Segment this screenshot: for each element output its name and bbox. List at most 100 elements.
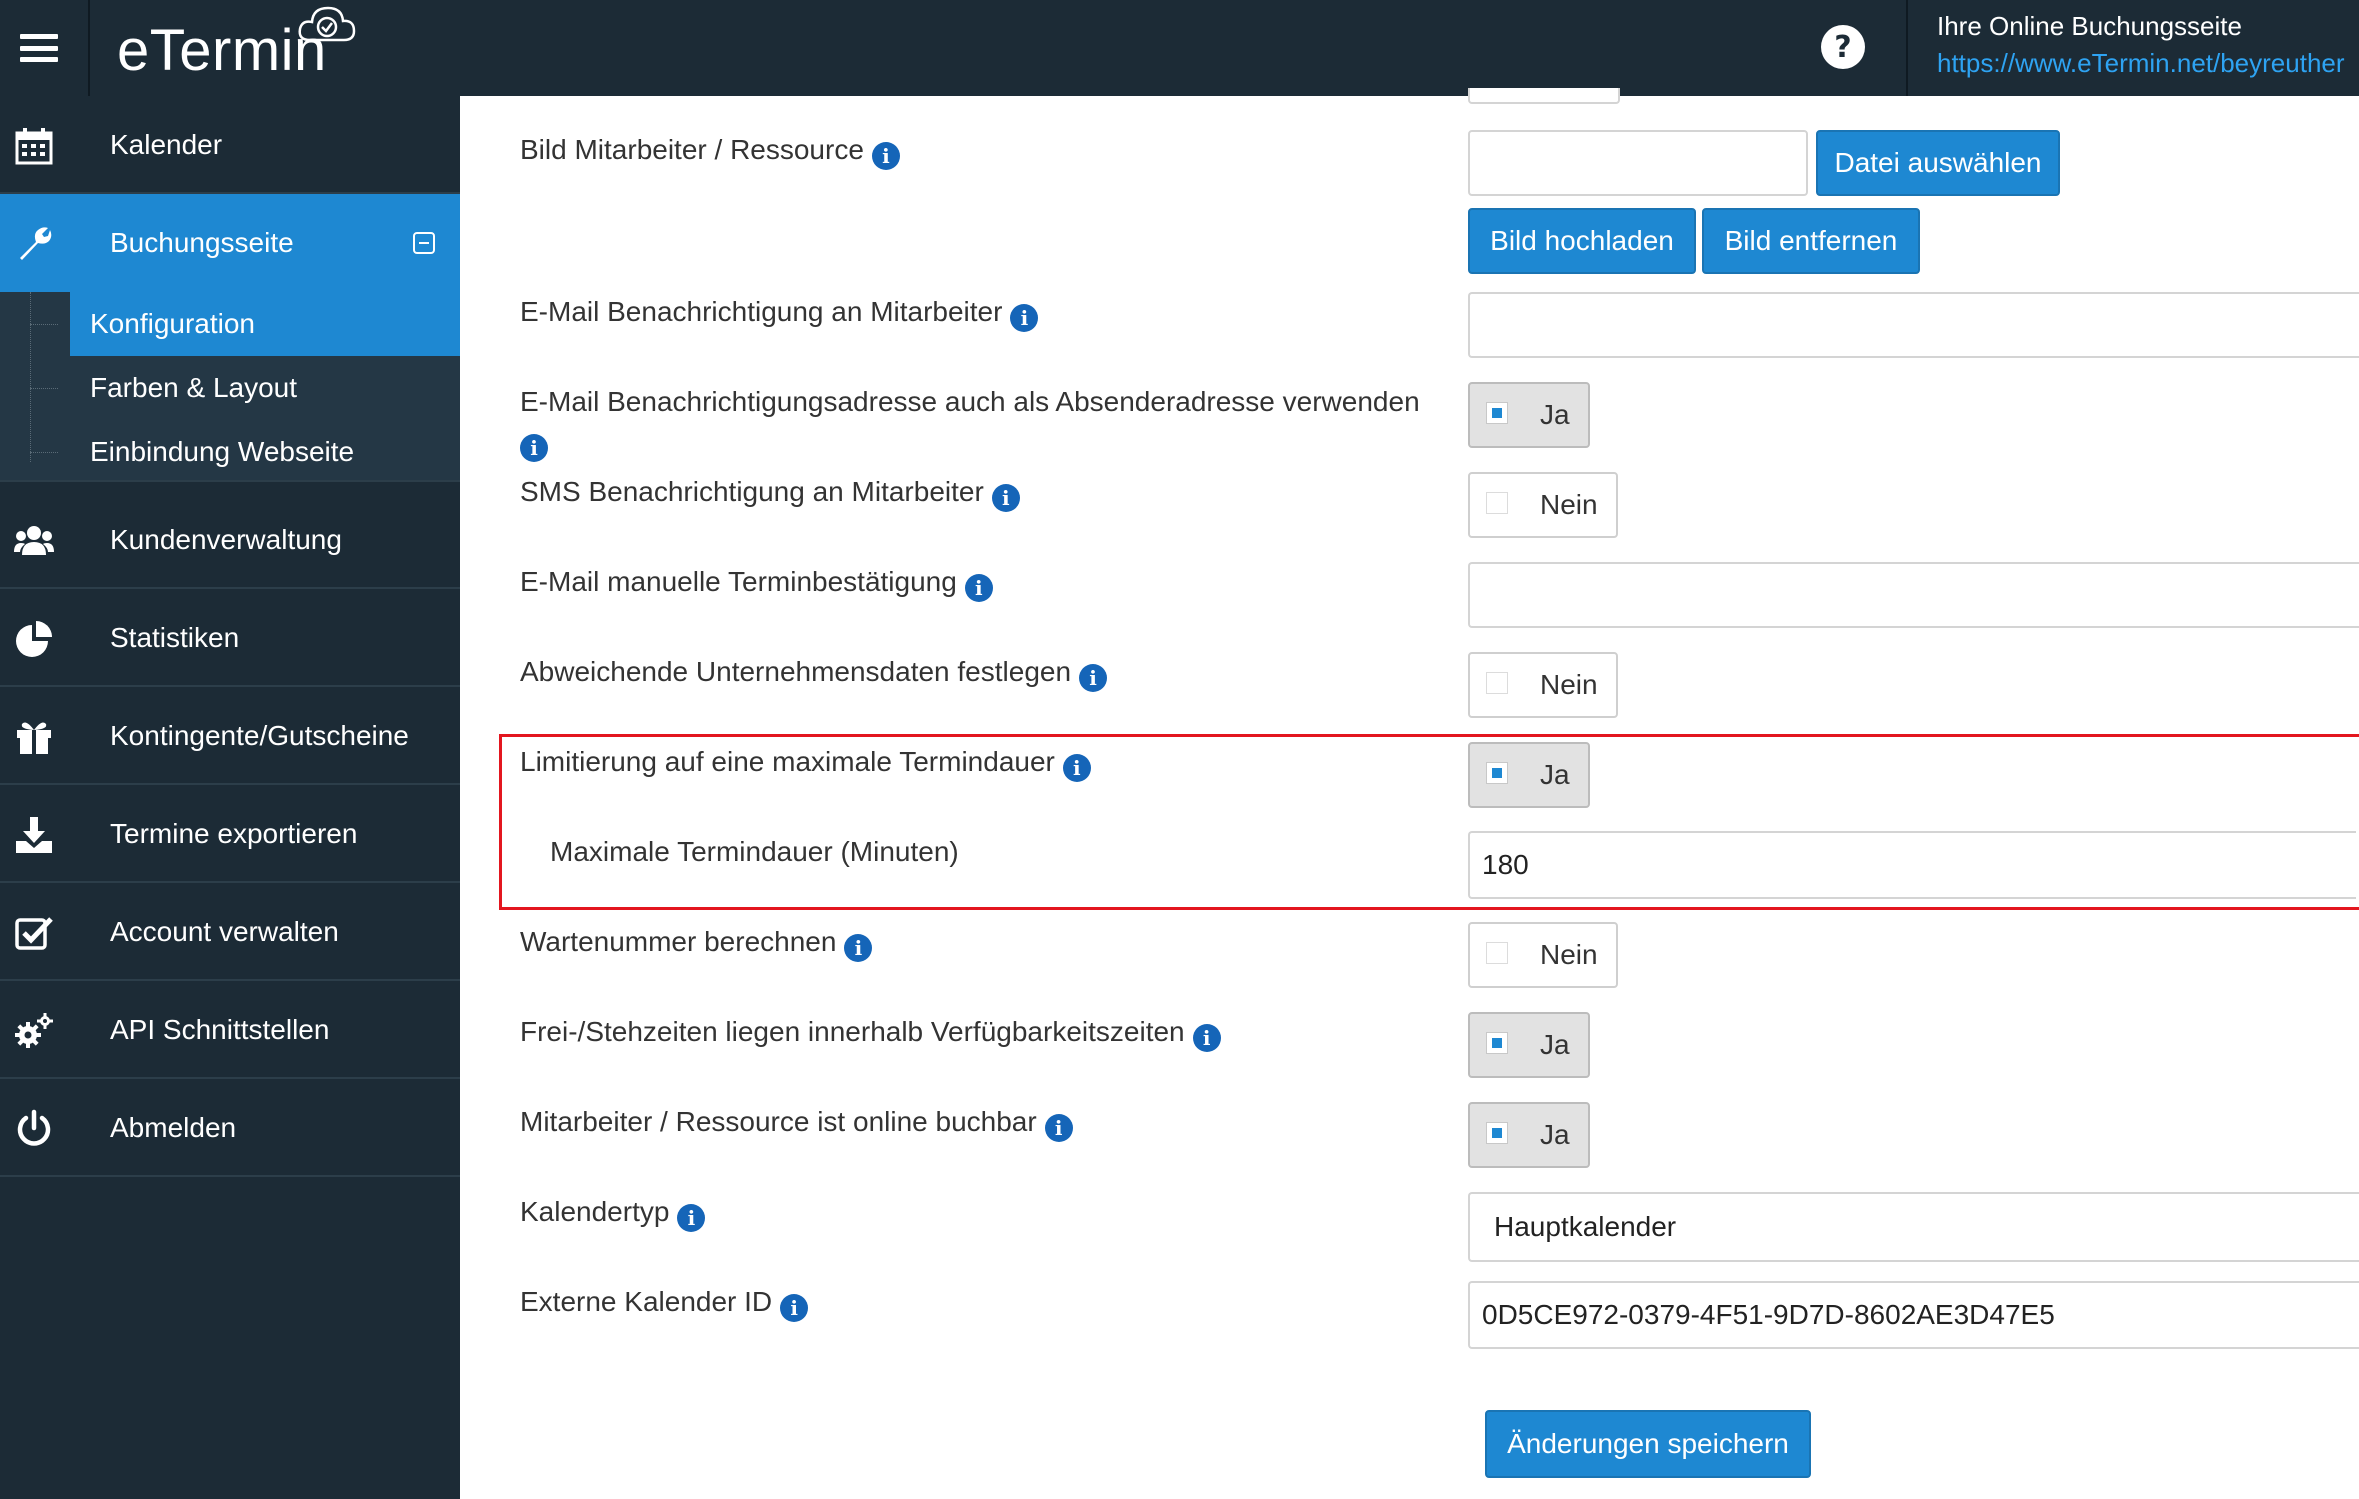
email-manual-label-text: E-Mail manuelle Terminbestätigung — [520, 566, 957, 597]
upload-image-button[interactable]: Bild hochladen — [1468, 208, 1696, 274]
email-notify-label: E-Mail Benachrichtigung an Mitarbeiter i — [520, 292, 1039, 332]
info-icon[interactable]: i — [991, 484, 1020, 512]
sidebar-subitem-label: Konfiguration — [90, 308, 256, 339]
cloud-clock-icon — [298, 6, 356, 42]
info-icon[interactable]: i — [1079, 664, 1108, 692]
sidebar-item-label: Kalender — [110, 129, 223, 160]
max-duration-input[interactable] — [1468, 831, 2356, 899]
info-icon[interactable]: i — [677, 1204, 706, 1232]
checkbox — [1486, 942, 1508, 964]
toggle-state: Ja — [1540, 1029, 1570, 1060]
limit-duration-label-text: Limitierung auf eine maximale Termindaue… — [520, 746, 1055, 777]
sidebar-item-termine-exportieren[interactable]: Termine exportieren — [0, 785, 460, 883]
external-id-label: Externe Kalender ID i — [520, 1282, 809, 1322]
sidebar-item-statistiken[interactable]: Statistiken — [0, 589, 460, 687]
free-times-toggle[interactable]: Ja — [1468, 1012, 1590, 1078]
online-bookable-label-text: Mitarbeiter / Ressource ist online buchb… — [520, 1106, 1037, 1137]
gift-icon — [17, 722, 51, 754]
menu-icon[interactable] — [20, 34, 58, 62]
email-sender-label-text: E-Mail Benachrichtigungsadresse auch als… — [520, 386, 1420, 417]
gears-icon — [15, 1013, 53, 1048]
sidebar-item-label: Abmelden — [110, 1112, 237, 1143]
sidebar-item-buchungsseite[interactable]: Buchungsseite — [0, 194, 460, 292]
sidebar-subitem-konfiguration[interactable]: Konfiguration — [30, 292, 460, 356]
calendar-type-label-text: Kalendertyp — [520, 1196, 670, 1227]
info-icon[interactable]: i — [1062, 754, 1091, 782]
max-duration-label: Maximale Termindauer (Minuten) — [550, 836, 959, 867]
sms-notify-label: SMS Benachrichtigung an Mitarbeiter i — [520, 472, 1020, 512]
sidebar-item-label: Termine exportieren — [110, 818, 358, 849]
online-bookable-toggle[interactable]: Ja — [1468, 1102, 1590, 1168]
sidebar-subitem-farben-layout[interactable]: Farben & Layout — [30, 356, 460, 420]
sidebar-item-kundenverwaltung[interactable]: Kundenverwaltung — [0, 491, 460, 589]
email-manual-label: E-Mail manuelle Terminbestätigung i — [520, 562, 993, 602]
checkbox — [1486, 402, 1508, 424]
booking-url-link[interactable]: https://www.eTermin.net/beyreuther — [1937, 46, 2345, 80]
limit-duration-toggle[interactable]: Ja — [1468, 742, 1590, 808]
info-icon[interactable]: i — [844, 934, 873, 962]
sidebar-subitem-einbindung-webseite[interactable]: Einbindung Webseite — [30, 420, 460, 484]
sidebar-item-label: Statistiken — [110, 622, 240, 653]
company-data-label: Abweichende Unternehmensdaten festlegen i — [520, 652, 1108, 692]
remove-image-button[interactable]: Bild entfernen — [1702, 208, 1920, 274]
choose-file-button[interactable]: Datei auswählen — [1816, 130, 2060, 196]
external-id-input[interactable] — [1468, 1281, 2359, 1349]
sidebar-item-api-schnittstellen[interactable]: API Schnittstellen — [0, 981, 460, 1079]
email-manual-input[interactable] — [1468, 562, 2359, 628]
email-notify-input[interactable] — [1468, 292, 2359, 358]
sidebar-item-label: API Schnittstellen — [110, 1014, 330, 1045]
toggle-state: Nein — [1540, 939, 1598, 970]
sidebar-item-label: Account verwalten — [110, 916, 339, 947]
booking-title: Ihre Online Buchungsseite — [1937, 11, 2242, 41]
waiting-number-toggle[interactable]: Nein — [1468, 922, 1618, 988]
waiting-number-label-text: Wartenummer berechnen — [520, 926, 837, 957]
checkbox — [1486, 672, 1508, 694]
toggle-state: Ja — [1540, 399, 1570, 430]
sidebar-item-label: Kontingente/Gutscheine — [110, 720, 409, 751]
calendar-type-select[interactable]: Hauptkalender — [1468, 1192, 2359, 1262]
company-data-toggle[interactable]: Nein — [1468, 652, 1618, 718]
checkbox — [1486, 762, 1508, 784]
bild-label: Bild Mitarbeiter / Ressource i — [520, 130, 900, 170]
checkbox-icon — [15, 917, 53, 950]
sidebar-item-kontingente[interactable]: Kontingente/Gutscheine — [0, 687, 460, 785]
sidebar-subitem-label: Einbindung Webseite — [90, 436, 355, 467]
toggle-state: Ja — [1540, 759, 1570, 790]
checkbox — [1486, 1122, 1508, 1144]
waiting-number-label: Wartenummer berechnen i — [520, 922, 873, 962]
checkbox — [1486, 492, 1508, 514]
sidebar-item-kalender[interactable]: Kalender — [0, 96, 460, 194]
calendar-icon — [15, 128, 53, 165]
info-icon[interactable]: i — [520, 434, 548, 462]
email-sender-toggle[interactable]: Ja — [1468, 382, 1590, 448]
sidebar-subitem-label: Farben & Layout — [90, 372, 298, 403]
svg-text:?: ? — [1834, 30, 1851, 65]
info-icon[interactable]: i — [1010, 304, 1039, 332]
tree-line — [30, 292, 32, 462]
collapse-icon[interactable] — [413, 232, 435, 254]
calendar-type-label: Kalendertyp i — [520, 1192, 706, 1232]
top-bar: eTermin ? Ihre Online Buchungsseite http… — [0, 0, 2359, 96]
sidebar-item-account-verwalten[interactable]: Account verwalten — [0, 883, 460, 981]
info-icon[interactable]: i — [1044, 1114, 1073, 1142]
divider — [88, 0, 90, 96]
info-icon[interactable]: i — [871, 142, 900, 170]
info-icon[interactable]: i — [780, 1294, 809, 1322]
toggle-state: Nein — [1540, 489, 1598, 520]
info-icon[interactable]: i — [964, 574, 993, 602]
info-icon[interactable]: i — [1192, 1024, 1221, 1052]
file-name-input[interactable] — [1468, 130, 1808, 196]
sidebar-item-label: Buchungsseite — [110, 227, 294, 258]
save-changes-button[interactable]: Änderungen speichern — [1485, 1410, 1811, 1478]
wrench-icon — [20, 227, 52, 260]
sidebar-item-abmelden[interactable]: Abmelden — [0, 1079, 460, 1177]
cut-off-field — [1468, 88, 1620, 104]
sms-notify-toggle[interactable]: Nein — [1468, 472, 1618, 538]
help-icon[interactable]: ? — [1820, 24, 1866, 70]
free-times-label-text: Frei-/Stehzeiten liegen innerhalb Verfüg… — [520, 1016, 1185, 1047]
company-data-label-text: Abweichende Unternehmensdaten festlegen — [520, 656, 1072, 687]
users-icon — [14, 526, 54, 555]
limit-duration-label: Limitierung auf eine maximale Termindaue… — [520, 742, 1091, 782]
power-icon — [17, 1109, 51, 1146]
checkbox — [1486, 1032, 1508, 1054]
